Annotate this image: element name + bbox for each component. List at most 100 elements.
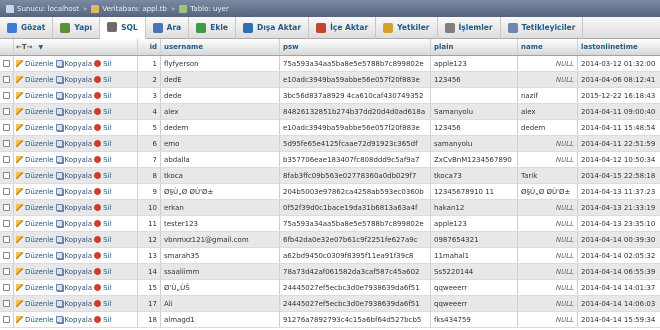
row-checkbox[interactable] (3, 140, 10, 147)
cell-last[interactable]: 2014-04-14 00:39:30 (578, 232, 660, 247)
copy-button[interactable]: Kopyala (55, 92, 92, 100)
delete-button[interactable]: Sil (94, 300, 111, 308)
copy-button[interactable]: Kopyala (55, 140, 92, 148)
cell-psw[interactable]: 75a593a34aa5ba8e5e5788b7c899802e (280, 216, 431, 231)
column-header-name[interactable]: name (518, 39, 578, 55)
cell-psw[interactable]: b357706eae183407fc808ddd9c5af9a7 (280, 152, 431, 167)
cell-name[interactable]: NULL (518, 72, 578, 87)
delete-button[interactable]: Sil (94, 188, 111, 196)
cell-id[interactable]: 11 (138, 216, 161, 231)
cell-psw[interactable]: 204b5003e97862ca4258ab593ec0360b (280, 184, 431, 199)
edit-button[interactable]: Düzenle (16, 76, 54, 84)
breadcrumb-item[interactable]: Tablo: uyer (179, 4, 229, 13)
cell-last[interactable]: 2014-04-11 15:48:54 (578, 120, 660, 135)
cell-name[interactable]: NULL (518, 280, 578, 295)
edit-button[interactable]: Düzenle (16, 60, 54, 68)
row-checkbox[interactable] (3, 60, 10, 67)
cell-last[interactable]: 2014-04-12 10:50:34 (578, 152, 660, 167)
edit-button[interactable]: Düzenle (16, 316, 54, 324)
cell-id[interactable]: 8 (138, 168, 161, 183)
copy-button[interactable]: Kopyala (55, 252, 92, 260)
row-checkbox[interactable] (3, 252, 10, 259)
edit-button[interactable]: Düzenle (16, 124, 54, 132)
cell-psw[interactable]: 0f52f39d0c1bace19da31b6813a63a4f (280, 200, 431, 215)
edit-button[interactable]: Düzenle (16, 188, 54, 196)
cell-id[interactable]: 7 (138, 152, 161, 167)
cell-plain[interactable]: tkoca73 (431, 168, 518, 183)
row-checkbox[interactable] (3, 172, 10, 179)
row-checkbox[interactable] (3, 316, 10, 323)
cell-psw[interactable]: 24445027ef5ecbc3d0e7938639da6f51 (280, 280, 431, 295)
delete-button[interactable]: Sil (94, 156, 111, 164)
cell-last[interactable]: 2014-04-13 23:35:10 (578, 216, 660, 231)
cell-id[interactable]: 14 (138, 264, 161, 279)
cell-last[interactable]: 2014-04-11 22:51:59 (578, 136, 660, 151)
cell-psw[interactable]: 8fab3ffc09b563e02778360a0db029f7 (280, 168, 431, 183)
cell-id[interactable]: 4 (138, 104, 161, 119)
delete-button[interactable]: Sil (94, 204, 111, 212)
sort-down-icon[interactable]: ▼ (39, 44, 44, 51)
cell-id[interactable]: 2 (138, 72, 161, 87)
cell-id[interactable]: 10 (138, 200, 161, 215)
copy-button[interactable]: Kopyala (55, 316, 92, 324)
row-checkbox[interactable] (3, 156, 10, 163)
copy-button[interactable]: Kopyala (55, 156, 92, 164)
cell-name[interactable]: Ø§Ù„Ø ØÙ'Ø± (518, 184, 578, 199)
breadcrumb-item[interactable]: Veritabanı: appl.tb (91, 4, 167, 13)
cell-username[interactable]: dedem (161, 120, 280, 135)
delete-button[interactable]: Sil (94, 140, 111, 148)
column-arrows-control[interactable]: ←T→ ▼ (14, 39, 138, 55)
column-header-plain[interactable]: plain (431, 39, 518, 55)
cell-plain[interactable]: 123456 (431, 120, 518, 135)
copy-button[interactable]: Kopyala (55, 76, 92, 84)
delete-button[interactable]: Sil (94, 236, 111, 244)
cell-name[interactable]: nazif (518, 88, 578, 103)
copy-button[interactable]: Kopyala (55, 60, 92, 68)
copy-button[interactable]: Kopyala (55, 284, 92, 292)
cell-id[interactable]: 18 (138, 312, 161, 327)
delete-button[interactable]: Sil (94, 92, 111, 100)
tab-insert[interactable]: Ekle (189, 16, 236, 39)
delete-button[interactable]: Sil (94, 220, 111, 228)
row-checkbox[interactable] (3, 204, 10, 211)
copy-button[interactable]: Kopyala (55, 300, 92, 308)
cell-name[interactable]: alex (518, 104, 578, 119)
cell-username[interactable]: Ø§Ù„Ø ØÙ'Ø± (161, 184, 280, 199)
row-checkbox[interactable] (3, 268, 10, 275)
cell-plain[interactable]: samanyolu (431, 136, 518, 151)
cell-last[interactable]: 2014-04-14 14:01:37 (578, 280, 660, 295)
cell-name[interactable]: NULL (518, 264, 578, 279)
cell-last[interactable]: 2014-04-13 21:33:19 (578, 200, 660, 215)
cell-psw[interactable]: a62bd9450c0309f8395f11ea91f39c8 (280, 248, 431, 263)
edit-button[interactable]: Düzenle (16, 300, 54, 308)
cell-username[interactable]: smarah35 (161, 248, 280, 263)
delete-button[interactable]: Sil (94, 172, 111, 180)
row-checkbox[interactable] (3, 284, 10, 291)
cell-username[interactable]: alex (161, 104, 280, 119)
cell-name[interactable]: dedem (518, 120, 578, 135)
cell-plain[interactable]: Ss5220144 (431, 264, 518, 279)
row-checkbox[interactable] (3, 300, 10, 307)
cell-psw[interactable]: 3bc56d837a8929 4ca610caf430749352 (280, 88, 431, 103)
cell-id[interactable]: 3 (138, 88, 161, 103)
row-checkbox[interactable] (3, 76, 10, 83)
edit-button[interactable]: Düzenle (16, 268, 54, 276)
tab-operations[interactable]: İşlemler (438, 16, 501, 39)
tab-search[interactable]: Ara (146, 16, 190, 39)
cell-last[interactable]: 2014-04-14 06:55:39 (578, 264, 660, 279)
breadcrumb-item[interactable]: Sunucu: localhost (6, 4, 79, 13)
delete-button[interactable]: Sil (94, 108, 111, 116)
delete-button[interactable]: Sil (94, 284, 111, 292)
cell-id[interactable]: 13 (138, 248, 161, 263)
cell-username[interactable]: ssaaliimm (161, 264, 280, 279)
cell-username[interactable]: emo (161, 136, 280, 151)
cell-username[interactable]: Ali (161, 296, 280, 311)
cell-name[interactable]: NULL (518, 152, 578, 167)
cell-plain[interactable]: ZxCvBnM1234567890 (431, 152, 518, 167)
cell-plain[interactable]: qqweeerr (431, 296, 518, 311)
cell-plain[interactable]: hakan12 (431, 200, 518, 215)
cell-name[interactable]: NULL (518, 312, 578, 327)
column-header-psw[interactable]: psw (280, 39, 431, 55)
row-checkbox[interactable] (3, 220, 10, 227)
cell-username[interactable]: erkan (161, 200, 280, 215)
